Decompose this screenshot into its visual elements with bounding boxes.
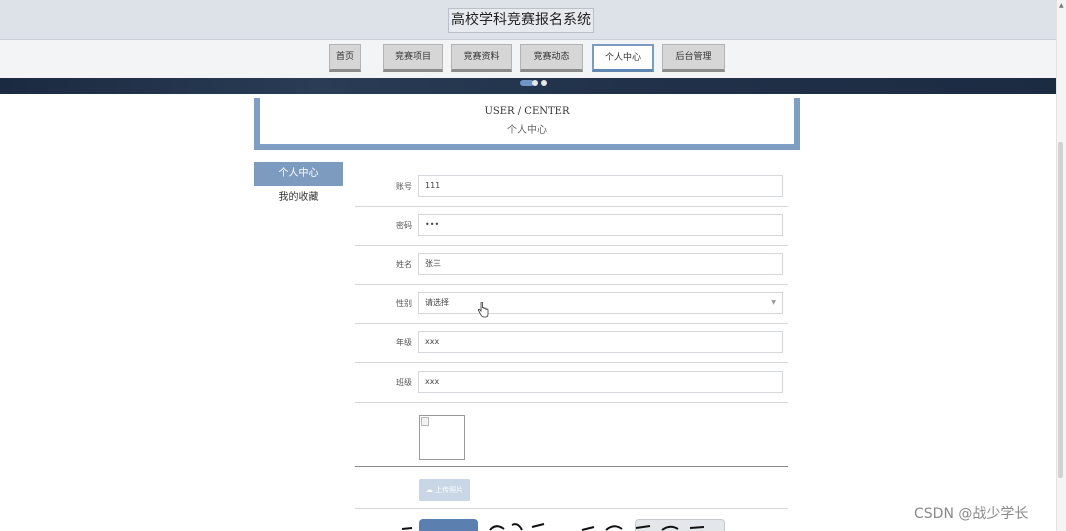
form-row-grade: 年级 xxx	[355, 324, 788, 363]
account-input[interactable]: 111	[418, 175, 783, 197]
hand-pointer-icon	[477, 302, 489, 318]
form-row-password: 密码 •••	[355, 207, 788, 246]
scroll-up-arrow-icon[interactable]: ▲	[1059, 2, 1064, 9]
class-input[interactable]: xxx	[418, 371, 783, 393]
form-row-account: 账号 111	[355, 168, 788, 207]
form-row-name: 姓名 张三	[355, 246, 788, 285]
section-title-en: USER / CENTER	[484, 106, 570, 117]
upload-row: ☁ 上传照片	[355, 467, 788, 509]
section-title-cn: 个人中心	[507, 125, 547, 136]
sidebar-item-personal-center[interactable]: 个人中心	[254, 162, 343, 186]
watermark: CSDN @战少学长	[914, 506, 1029, 522]
name-label: 姓名	[396, 260, 412, 269]
gender-select[interactable]: 请选择 ▼	[418, 292, 783, 314]
overlay-handwriting	[401, 523, 705, 531]
nav-tab-personal-center[interactable]: 个人中心	[592, 44, 654, 72]
nav-tab-competition-projects[interactable]: 竞赛项目	[383, 44, 443, 72]
gender-label: 性别	[396, 299, 412, 308]
page: 高校学科竞赛报名系统 首页 竞赛项目 竞赛资料 竞赛动态 个人中心 后台管理 U…	[0, 0, 1066, 531]
form-row-class: 班级 xxx	[355, 364, 788, 403]
password-input[interactable]: •••	[418, 214, 783, 236]
chevron-down-icon: ▼	[771, 299, 776, 306]
password-label: 密码	[396, 221, 412, 230]
top-nav: 首页 竞赛项目 竞赛资料 竞赛动态 个人中心 后台管理	[0, 40, 1056, 78]
nav-tab-competition-news[interactable]: 竞赛动态	[520, 44, 583, 72]
site-header: 高校学科竞赛报名系统	[0, 0, 1056, 40]
carousel-dot[interactable]	[541, 80, 547, 86]
site-title: 高校学科竞赛报名系统	[448, 8, 594, 33]
carousel-dot[interactable]	[532, 80, 538, 86]
upload-icon: ☁	[425, 486, 433, 494]
upload-photo-button[interactable]: ☁ 上传照片	[419, 479, 470, 501]
gender-select-value: 请选择	[425, 298, 449, 307]
upload-button-label: 上传照片	[435, 486, 464, 494]
name-input[interactable]: 张三	[418, 253, 783, 275]
photo-row	[355, 405, 788, 467]
grade-input[interactable]: xxx	[418, 331, 783, 353]
photo-preview	[419, 415, 465, 460]
scrollbar-thumb[interactable]	[1058, 142, 1063, 478]
class-label: 班级	[396, 378, 412, 387]
nav-tab-admin[interactable]: 后台管理	[662, 44, 725, 72]
grade-label: 年级	[396, 338, 412, 347]
account-label: 账号	[396, 182, 412, 191]
section-header: USER / CENTER 个人中心	[254, 98, 800, 150]
sidebar-item-favorites[interactable]: 我的收藏	[254, 186, 343, 210]
broken-image-icon	[421, 417, 429, 426]
nav-tab-home[interactable]: 首页	[329, 44, 361, 72]
nav-tab-competition-materials[interactable]: 竞赛资料	[451, 44, 512, 72]
form-row-gender: 性别 请选择 ▼	[355, 285, 788, 324]
